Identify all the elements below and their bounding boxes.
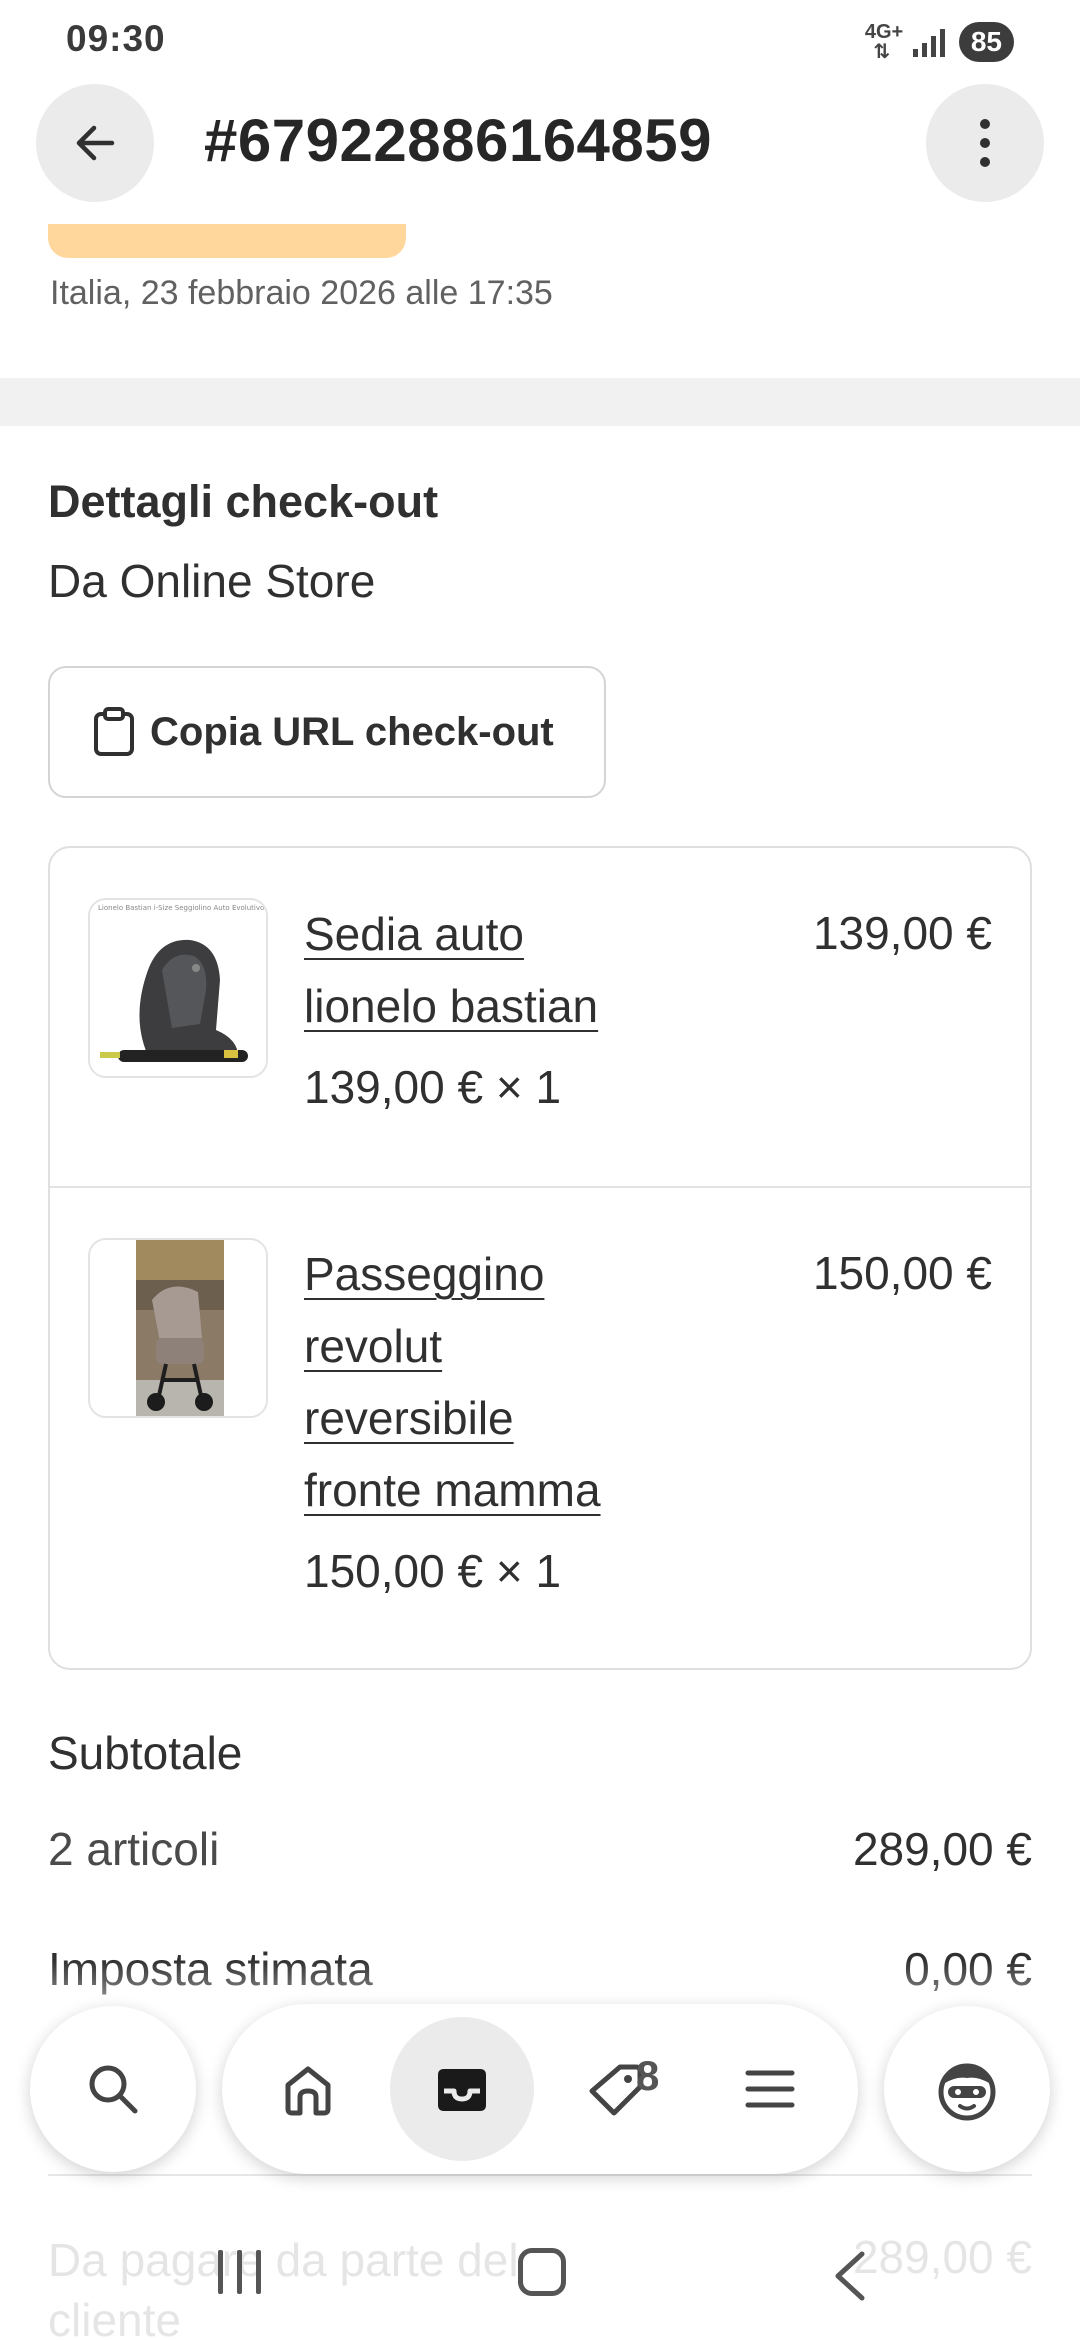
checkout-source: Da Online Store (48, 555, 376, 607)
item-name-link[interactable]: Passeggino revolut reversibile fronte ma… (304, 1238, 601, 1526)
more-options-button[interactable] (926, 84, 1044, 202)
items-count-value: 289,00 € (852, 1823, 1032, 1875)
top-app-bar: #67922886164859 (0, 80, 1080, 210)
status-time: 09:30 (66, 18, 166, 59)
item-name-line: Passeggino (304, 1248, 545, 1300)
copy-checkout-url-button[interactable]: Copia URL check-out (48, 666, 606, 798)
stroller-image (90, 1240, 266, 1416)
menu-badge-count: 8 (636, 2052, 660, 2099)
more-vertical-icon (980, 119, 990, 167)
bottom-tab-bar (222, 2004, 858, 2174)
items-count-label: 2 articoli (48, 1823, 220, 1875)
copy-button-label: Copia URL check-out (150, 709, 554, 754)
tab-home[interactable] (244, 2025, 372, 2153)
status-bar: 09:30 4G+ ⇅ 85 (0, 0, 1080, 80)
car-seat-thumbnail[interactable]: Lionelo Bastian i-Size Seggiolino Auto E… (88, 898, 268, 1078)
item-name-line: fronte mamma (304, 1464, 601, 1516)
section-divider (0, 378, 1080, 426)
network-4g-icon: 4G+ ⇅ (864, 21, 904, 63)
avatar-icon (938, 2063, 996, 2121)
tab-orders[interactable] (390, 2017, 534, 2161)
network-label: 4G+ (864, 21, 904, 43)
clipboard-icon (94, 707, 134, 756)
thumb-caption: Lionelo Bastian i-Size Seggiolino Auto E… (98, 904, 268, 912)
system-navigation-bar (0, 2210, 1080, 2340)
item-name-line: Sedia auto (304, 908, 524, 960)
item-divider (50, 1186, 1030, 1188)
item-name-line: revolut (304, 1320, 443, 1372)
line-items-card: Lionelo Bastian i-Size Seggiolino Auto E… (48, 846, 1032, 1670)
item-name-line: reversibile (304, 1392, 514, 1444)
arrow-left-icon (76, 125, 115, 161)
back-button[interactable] (36, 84, 154, 202)
checkout-section-title: Dettagli check-out (48, 476, 439, 527)
home-icon (285, 2066, 331, 2116)
item-quantity: 150,00 € × 1 (304, 1545, 562, 1597)
tab-menu[interactable] (706, 2025, 834, 2153)
menu-icon (745, 2070, 795, 2108)
signal-icon (912, 27, 945, 57)
item-quantity: 139,00 € × 1 (304, 1061, 562, 1113)
recents-button[interactable] (218, 2250, 261, 2294)
item-name-line: lionelo bastian (304, 980, 599, 1032)
profile-button[interactable] (884, 2006, 1050, 2172)
order-date: Italia, 23 febbraio 2026 alle 17:35 (50, 274, 553, 312)
inbox-icon (438, 2069, 486, 2111)
search-icon (89, 2065, 138, 2114)
home-system-button[interactable] (518, 2248, 566, 2296)
totals-divider (48, 2174, 1032, 2176)
page-title: #67922886164859 (204, 107, 713, 174)
car-seat-image: Lionelo Bastian i-Size Seggiolino Auto E… (90, 900, 268, 1076)
status-badge (48, 224, 406, 258)
status-icons: 4G+ ⇅ 85 (865, 20, 1014, 64)
battery-indicator: 85 (958, 22, 1014, 62)
tab-products[interactable] (552, 2025, 680, 2153)
item-price: 150,00 € (812, 1247, 992, 1299)
search-button[interactable] (30, 2006, 196, 2172)
back-system-button[interactable] (830, 2248, 870, 2304)
stroller-thumbnail[interactable] (88, 1238, 268, 1418)
item-price: 139,00 € (812, 907, 992, 959)
item-name-link[interactable]: Sedia auto lionelo bastian (304, 898, 598, 1042)
subtotal-label: Subtotale (48, 1727, 243, 1779)
